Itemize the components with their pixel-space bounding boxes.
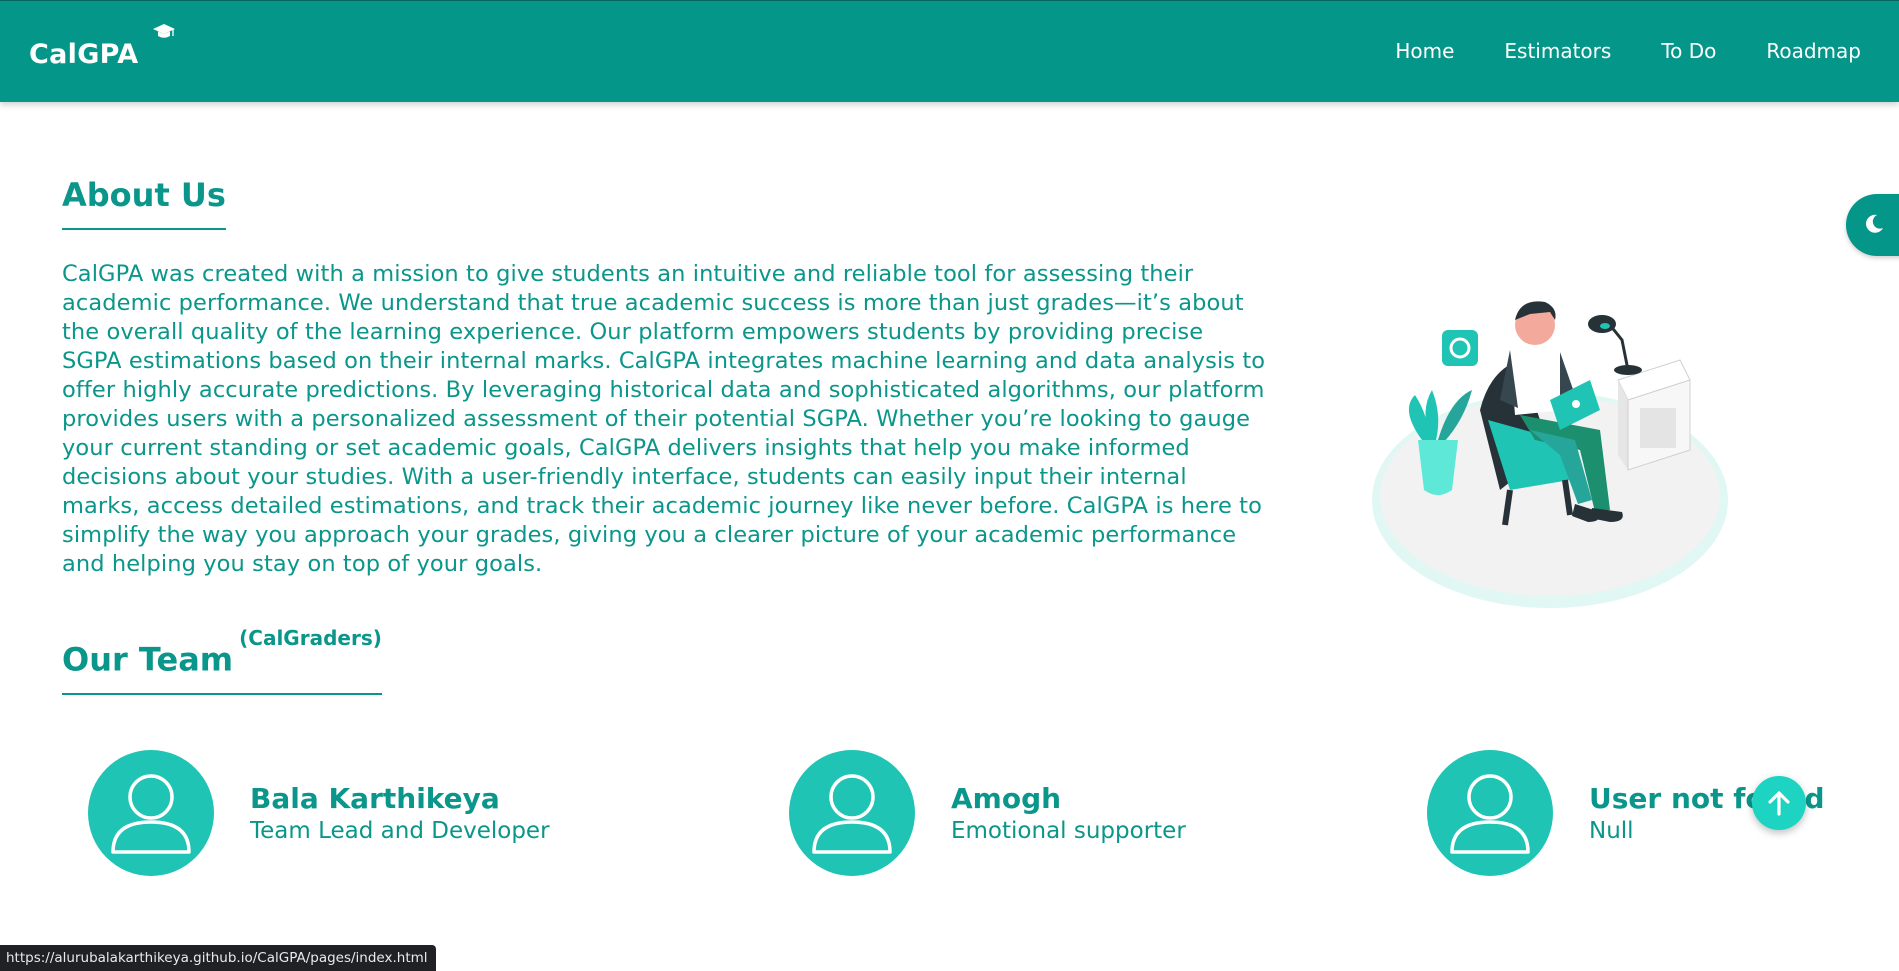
member-role: Null (1589, 818, 1634, 844)
team-title: Our Team(CalGraders) (62, 626, 382, 695)
nav-home[interactable]: Home (1395, 39, 1454, 63)
about-title: About Us (62, 176, 226, 230)
user-icon (812, 774, 892, 854)
about-text: CalGPA was created with a mission to giv… (62, 261, 1266, 577)
student-laptop-illustration (1372, 301, 1728, 608)
team-title-text: Our Team (62, 640, 234, 679)
team-subtitle: (CalGraders) (239, 626, 382, 650)
avatar (88, 750, 214, 876)
arrow-up-icon (1768, 791, 1790, 816)
user-icon (1450, 774, 1530, 854)
member-role: Team Lead and Developer (250, 818, 550, 844)
nav-todo[interactable]: To Do (1661, 39, 1716, 63)
nav-roadmap[interactable]: Roadmap (1766, 39, 1861, 63)
dark-mode-toggle[interactable] (1846, 194, 1899, 256)
nav-links: Home Estimators To Do Roadmap (1395, 39, 1861, 63)
nav-estimators[interactable]: Estimators (1504, 39, 1611, 63)
brand-logo[interactable]: CalGPA (29, 39, 138, 70)
avatar (789, 750, 915, 876)
member-name: Amogh (951, 782, 1062, 815)
scroll-to-top-button[interactable] (1752, 776, 1806, 830)
member-name: Bala Karthikeya (250, 782, 500, 815)
user-icon (111, 774, 191, 854)
member-role: Emotional supporter (951, 818, 1186, 844)
status-bar-url: https://alurubalakarthikeya.github.io/Ca… (0, 945, 436, 971)
avatar (1427, 750, 1553, 876)
moon-icon (1866, 214, 1883, 233)
graduation-cap-icon (153, 24, 175, 38)
navbar: CalGPA Home Estimators To Do Roadmap (0, 0, 1899, 102)
